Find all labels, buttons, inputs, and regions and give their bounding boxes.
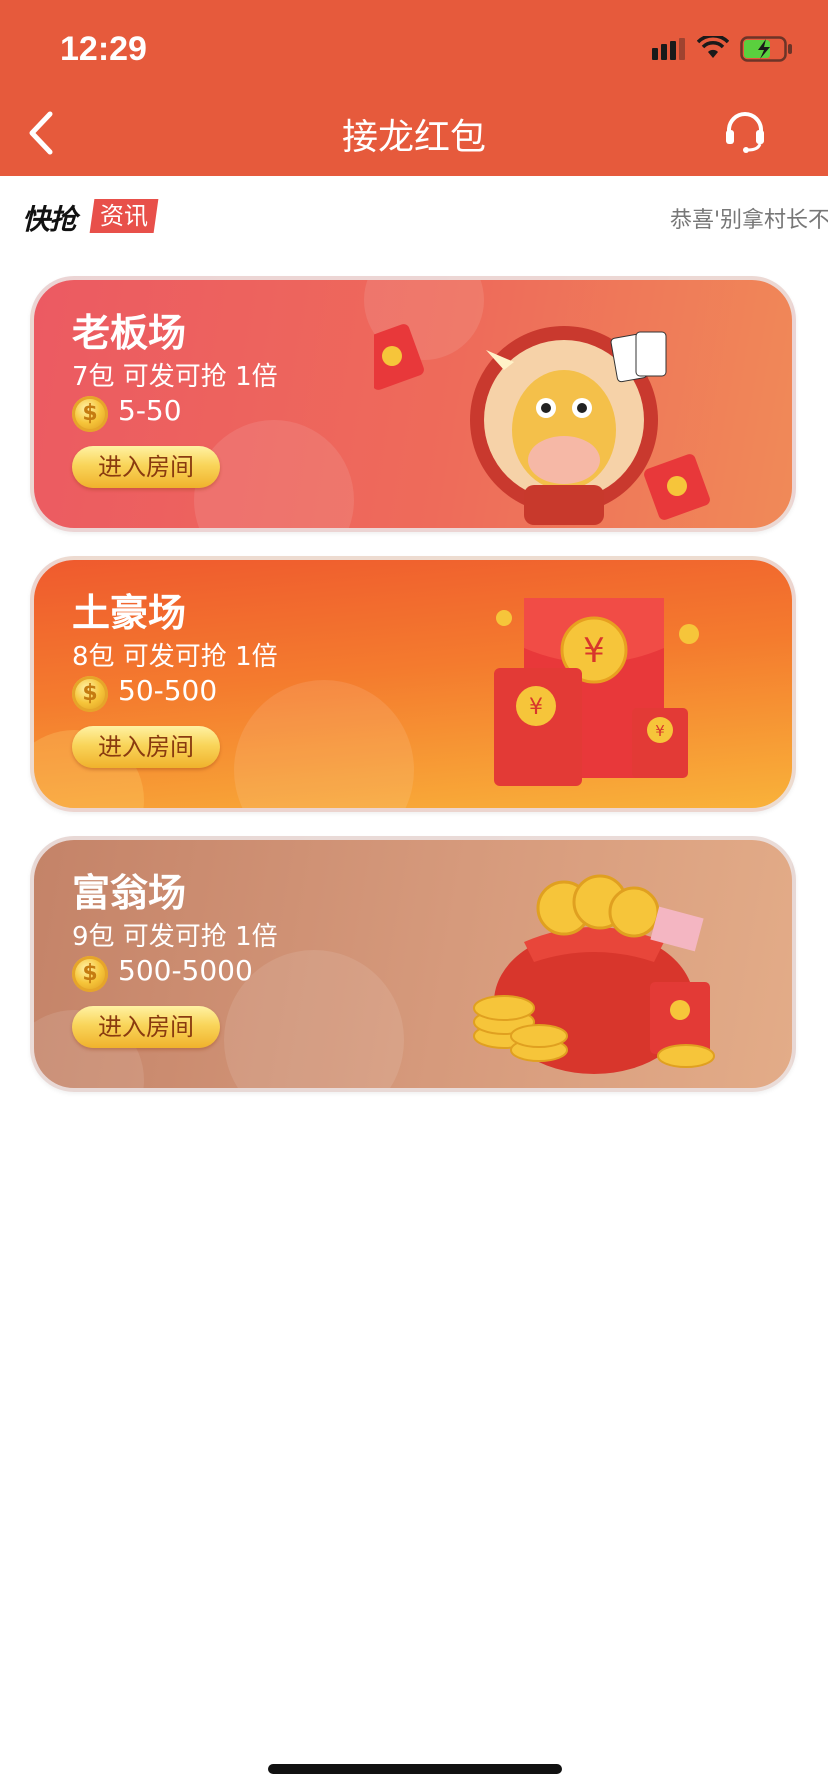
enter-room-button[interactable]: 进入房间 (72, 726, 220, 768)
background-decoration (194, 420, 354, 528)
room-title: 富翁场 (72, 871, 187, 915)
ticker-tag-label: 资讯 (100, 202, 148, 230)
room-range: 500-5000 (118, 954, 253, 987)
room-range: 5-50 (118, 394, 182, 427)
room-card-wealthy[interactable]: 富翁场 9包 可发可抢 1倍 $ 500-5000 进入房间 (30, 836, 796, 1092)
money-bag-illustration (473, 874, 715, 1074)
room-card-boss[interactable]: 老板场 7包 可发可抢 1倍 $ 5-50 进入房间 (30, 276, 796, 532)
wifi-icon (697, 36, 729, 58)
room-desc: 9包 可发可抢 1倍 (72, 922, 278, 952)
svg-text:¥: ¥ (655, 722, 665, 740)
status-time: 12:29 (60, 30, 147, 68)
cellular-signal-icon (652, 38, 685, 60)
news-ticker[interactable]: 快抢 资讯 恭喜'别拿村长不 (0, 176, 828, 256)
ticker-logo: 快抢 (22, 203, 77, 236)
room-desc: 7包 可发可抢 1倍 (72, 362, 278, 392)
battery-charging-icon (740, 36, 792, 62)
page-title: 接龙红包 (341, 117, 486, 158)
ticker-message: 恭喜'别拿村长不 (670, 208, 828, 233)
enter-room-button[interactable]: 进入房间 (72, 446, 220, 488)
svg-text:¥: ¥ (583, 631, 605, 671)
room-card-rich[interactable]: 土豪场 8包 可发可抢 1倍 $ 50-500 进入房间 ¥ ¥ ¥ (30, 556, 796, 812)
room-title: 老板场 (72, 311, 187, 355)
headset-icon[interactable] (722, 108, 768, 154)
room-title: 土豪场 (72, 591, 187, 635)
ox-mascot-illustration (374, 324, 710, 525)
svg-text:¥: ¥ (529, 695, 543, 720)
enter-room-button[interactable]: 进入房间 (72, 1006, 220, 1048)
app-header: 12:29 接龙红包 (0, 0, 828, 176)
coin-icon: $ (72, 676, 108, 712)
coin-icon: $ (72, 956, 108, 992)
ticker-tag: 资讯 (89, 199, 159, 233)
room-range: 50-500 (118, 674, 218, 707)
home-indicator[interactable] (268, 1764, 562, 1774)
room-desc: 8包 可发可抢 1倍 (72, 642, 278, 672)
background-decoration (234, 680, 414, 808)
red-envelopes-illustration: ¥ ¥ ¥ (494, 598, 699, 786)
coin-icon: $ (72, 396, 108, 432)
